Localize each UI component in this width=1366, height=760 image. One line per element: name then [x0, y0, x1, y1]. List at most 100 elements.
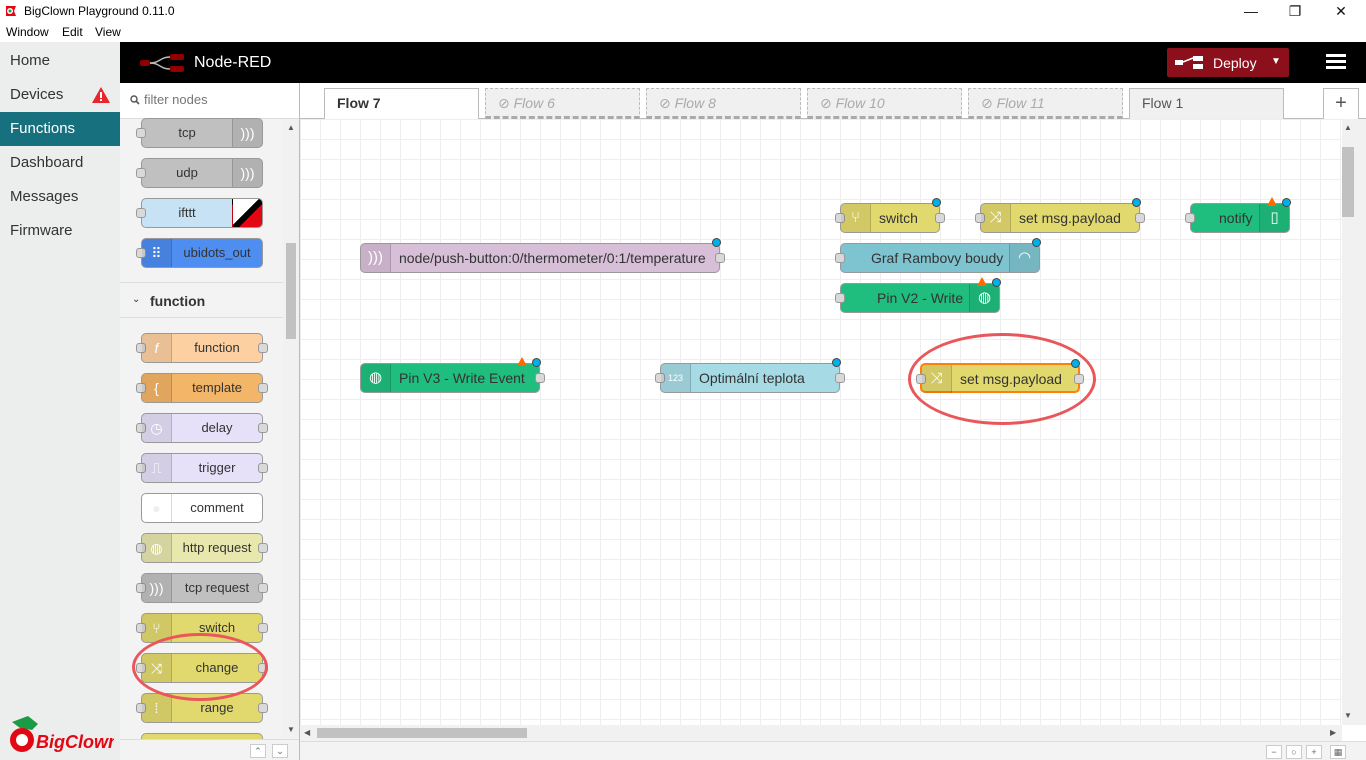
menu-window[interactable]: Window	[6, 25, 49, 39]
scroll-up-icon[interactable]: ▲	[1344, 123, 1352, 132]
nodered-brand: Node-RED	[194, 54, 272, 71]
tab-flow-6[interactable]: ⊘ Flow 6	[485, 88, 640, 119]
tab-label: Flow 11	[996, 95, 1045, 111]
flow-workspace[interactable]: ⑂ switch ⤨ set msg.payload notify ▯ ))) …	[300, 119, 1342, 725]
flow-node-label: node/push-button:0/thermometer/0:1/tempe…	[399, 250, 706, 266]
palette-node-tcp-request[interactable]: ))) tcp request	[136, 573, 268, 603]
scroll-right-icon[interactable]: ▶	[1330, 728, 1336, 737]
expand-all-icon[interactable]: ⌄	[272, 744, 288, 758]
palette-node-switch[interactable]: ⑂ switch	[136, 613, 268, 643]
tab-label: Flow 7	[337, 95, 381, 111]
workspace-vscroll[interactable]: ▲ ▼	[1342, 119, 1366, 725]
flow-node-pin-v2[interactable]: Pin V2 - Write ◍	[835, 277, 1001, 313]
output-port	[258, 423, 268, 433]
flow-node-mqtt-in[interactable]: ))) node/push-button:0/thermometer/0:1/t…	[360, 238, 725, 273]
nav-messages[interactable]: Messages	[0, 180, 120, 214]
nodered-logo-icon	[140, 54, 184, 72]
flow-node-set-payload[interactable]: ⤨ set msg.payload	[975, 198, 1145, 233]
scroll-left-icon[interactable]: ◀	[304, 728, 310, 737]
palette-node-ubidots-out[interactable]: ⠿ ubidots_out	[136, 238, 263, 268]
warning-triangle-icon	[977, 277, 987, 286]
palette-node-trigger[interactable]: ⎍ trigger	[136, 453, 268, 483]
nav-firmware[interactable]: Firmware	[0, 214, 120, 248]
palette-node-function[interactable]: f function	[136, 333, 268, 363]
output-port[interactable]	[1074, 374, 1084, 384]
collapse-all-icon[interactable]: ⌃	[250, 744, 266, 758]
palette-node-change[interactable]: ⤨ change	[136, 653, 268, 683]
palette-node-template[interactable]: { template	[136, 373, 268, 403]
menu-hamburger-icon[interactable]	[1326, 54, 1346, 70]
output-port[interactable]	[715, 253, 725, 263]
input-port[interactable]	[1185, 213, 1195, 223]
nav-devices[interactable]: Devices	[0, 78, 120, 112]
flow-node-notify[interactable]: notify ▯	[1185, 197, 1291, 233]
palette-node-label: function	[194, 340, 240, 355]
changed-indicator	[712, 238, 721, 247]
palette-node-tcp[interactable]: tcp )))	[136, 118, 263, 148]
palette-node-delay[interactable]: ◷ delay	[136, 413, 268, 443]
zoom-out-icon[interactable]: −	[1266, 745, 1282, 759]
timer-icon: ◷	[142, 414, 172, 442]
palette-filter	[120, 83, 299, 119]
caret-down-icon[interactable]: ▼	[1271, 56, 1281, 67]
palette-node-label: trigger	[198, 460, 236, 475]
maximize-button[interactable]: ❐	[1272, 0, 1318, 24]
flow-node-graf[interactable]: Graf Rambovy boudy ◠	[835, 238, 1041, 273]
input-port[interactable]	[835, 293, 845, 303]
changed-indicator	[932, 198, 941, 207]
tab-flow-7[interactable]: Flow 7	[324, 88, 479, 120]
hscroll-thumb[interactable]	[317, 728, 527, 738]
palette-node-comment[interactable]: ● comment	[141, 493, 263, 523]
palette-scroll-thumb[interactable]	[286, 243, 296, 339]
zoom-reset-icon[interactable]: ○	[1286, 745, 1302, 759]
scroll-up-icon[interactable]: ▲	[287, 123, 295, 132]
scroll-down-icon[interactable]: ▼	[287, 725, 295, 734]
shuffle-icon: ⤨	[981, 204, 1011, 232]
tab-label: Flow 8	[674, 95, 716, 111]
nav-home[interactable]: Home	[0, 44, 120, 78]
palette-node-label: ifttt	[178, 205, 196, 220]
palette-node-label: udp	[176, 165, 198, 180]
palette-node-label: switch	[198, 620, 236, 635]
deploy-button[interactable]: Deploy ▼	[1167, 48, 1289, 77]
nav-firmware-label: Firmware	[10, 222, 73, 239]
output-port[interactable]	[835, 373, 845, 383]
menu-edit[interactable]: Edit	[62, 25, 83, 39]
flow-node-switch[interactable]: ⑂ switch	[835, 198, 945, 233]
workspace-hscroll[interactable]: ◀ ▶	[300, 725, 1342, 741]
palette-scrollbar[interactable]: ▲ ▼	[283, 119, 299, 738]
nav-functions[interactable]: Functions	[0, 112, 120, 146]
filter-nodes-input[interactable]	[144, 92, 294, 107]
close-button[interactable]: ✕	[1318, 0, 1364, 24]
tab-flow-11[interactable]: ⊘ Flow 11	[968, 88, 1123, 119]
changed-indicator	[832, 358, 841, 367]
palette-node-udp[interactable]: udp )))	[136, 158, 263, 188]
input-port[interactable]	[835, 253, 845, 263]
minimize-button[interactable]: —	[1228, 0, 1274, 24]
tab-flow-8[interactable]: ⊘ Flow 8	[646, 88, 801, 119]
flow-node-pin-v3[interactable]: ◍ Pin V3 - Write Event	[360, 357, 545, 393]
scroll-down-icon[interactable]: ▼	[1344, 711, 1352, 720]
navigator-map-icon[interactable]: ▦	[1330, 745, 1346, 759]
zoom-in-icon[interactable]: +	[1306, 745, 1322, 759]
menu-view[interactable]: View	[95, 25, 121, 39]
palette-category-function[interactable]: ⌄ function	[120, 282, 283, 318]
palette-node-http-request[interactable]: ◍ http request	[136, 533, 268, 563]
add-tab-button[interactable]: +	[1323, 88, 1359, 119]
output-port[interactable]	[1135, 213, 1145, 223]
flow-node-optimal[interactable]: 123 Optimální teplota	[655, 358, 845, 393]
vscroll-thumb[interactable]	[1342, 147, 1354, 217]
flow-node-set-payload-selected[interactable]: ⤨ set msg.payload	[916, 359, 1084, 393]
flow-node-label: switch	[879, 210, 918, 226]
palette-node-range[interactable]: ⁞ range	[136, 693, 268, 723]
gauge-icon: ◠	[1009, 244, 1039, 272]
palette-footer: ⌃ ⌄	[120, 739, 299, 760]
tab-flow-1[interactable]: Flow 1	[1129, 88, 1284, 119]
palette-node-ifttt[interactable]: ifttt	[136, 198, 263, 228]
nav-dashboard-label: Dashboard	[10, 154, 84, 171]
output-port[interactable]	[535, 373, 545, 383]
nav-dashboard[interactable]: Dashboard	[0, 146, 120, 180]
tab-flow-10[interactable]: ⊘ Flow 10	[807, 88, 962, 119]
range-icon: ⁞	[142, 694, 172, 722]
output-port[interactable]	[935, 213, 945, 223]
